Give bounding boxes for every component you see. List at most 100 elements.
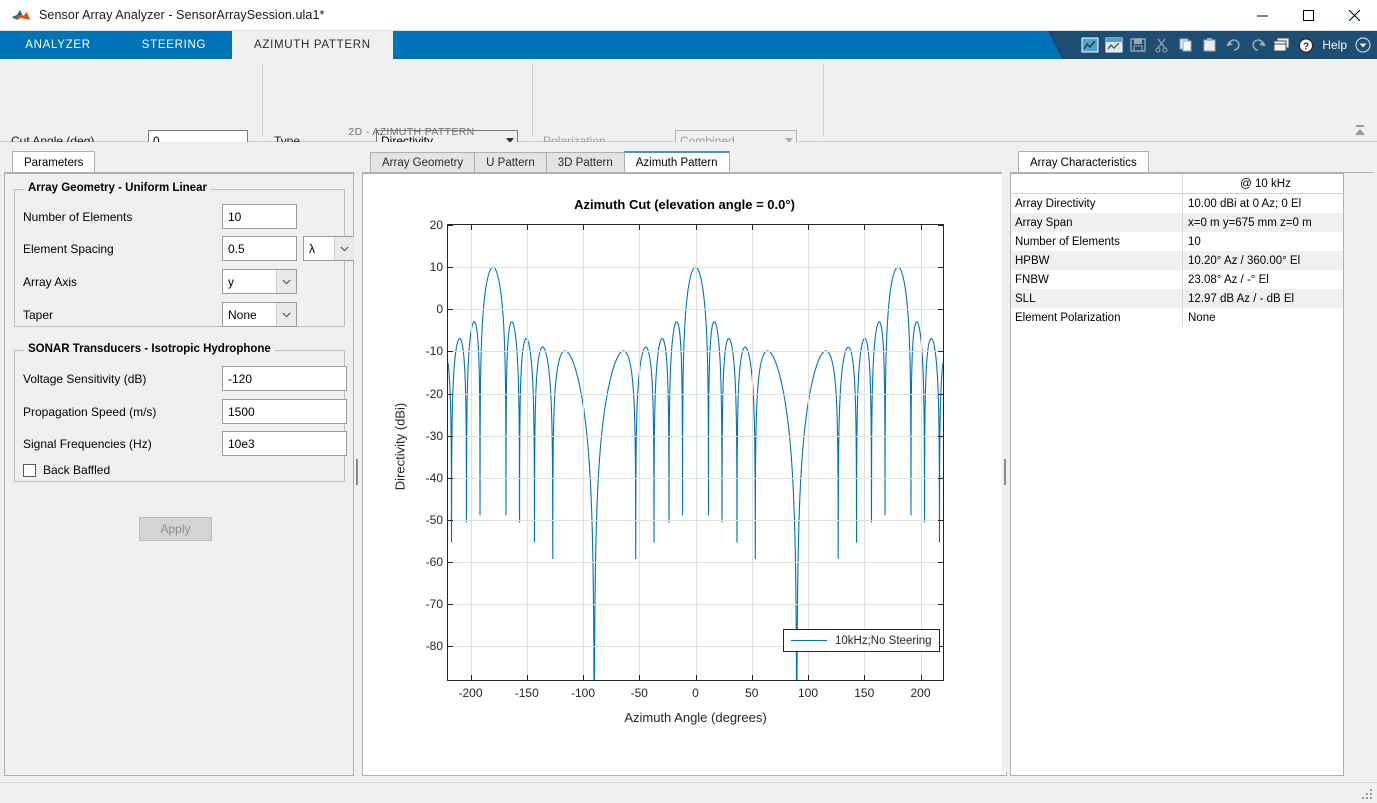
x-tick-mark — [696, 225, 697, 230]
y-tick-mark — [938, 562, 943, 563]
center-panel-tabstrip: Array Geometry U Pattern 3D Pattern Azim… — [362, 151, 1007, 173]
ribbon-tab-azimuth-pattern[interactable]: AZIMUTH PATTERN — [232, 31, 393, 59]
x-tick-label: 200 — [891, 686, 951, 700]
help-circle-icon[interactable]: ? — [1296, 35, 1315, 55]
table-row: HPBW10.20° Az / 360.00° El — [1011, 251, 1343, 270]
collapse-ribbon-icon[interactable] — [1349, 121, 1371, 139]
x-tick-label: -200 — [441, 686, 501, 700]
x-tick-mark — [696, 675, 697, 680]
grid-line-vertical — [808, 225, 809, 680]
center-panel: Array Geometry U Pattern 3D Pattern Azim… — [362, 151, 1007, 776]
y-tick-mark — [938, 225, 943, 226]
x-tick-mark — [527, 675, 528, 680]
y-tick-mark — [448, 351, 453, 352]
table-row: FNBW23.08° Az / -° El — [1011, 270, 1343, 289]
left-splitter[interactable] — [354, 172, 360, 772]
tab-azimuth-pattern[interactable]: Azimuth Pattern — [624, 151, 730, 173]
sonar-transducers-group: SONAR Transducers - Isotropic Hydrophone… — [14, 350, 345, 482]
element-spacing-unit-combo[interactable]: λ — [303, 236, 355, 261]
chart-legend[interactable]: 10kHz;No Steering — [783, 629, 940, 652]
back-baffled-checkbox[interactable]: Back Baffled — [23, 463, 110, 477]
propagation-speed-input[interactable]: 1500 — [222, 399, 347, 424]
x-tick-mark — [639, 225, 640, 230]
checkbox-box-icon — [23, 464, 36, 477]
close-button[interactable] — [1331, 0, 1377, 31]
table-header-row: @ 10 kHz — [1011, 174, 1343, 194]
tab-array-characteristics[interactable]: Array Characteristics — [1018, 151, 1149, 173]
chevron-down-circle-icon[interactable] — [1353, 35, 1372, 55]
ribbon-tab-steering[interactable]: STEERING — [116, 31, 232, 59]
left-panel: Parameters Array Geometry - Uniform Line… — [4, 151, 354, 776]
x-tick-label: 100 — [778, 686, 838, 700]
open-session-icon[interactable] — [1104, 35, 1123, 55]
propagation-speed-label: Propagation Speed (m/s) — [23, 405, 156, 419]
y-tick-mark — [448, 478, 453, 479]
parameters-content: Array Geometry - Uniform Linear Number o… — [4, 173, 354, 776]
tab-3d-pattern[interactable]: 3D Pattern — [546, 152, 625, 173]
y-tick-label: -40 — [403, 471, 443, 485]
new-session-icon[interactable] — [1080, 35, 1099, 55]
taper-combo[interactable]: None — [222, 302, 297, 327]
y-tick-mark — [938, 436, 943, 437]
y-tick-label: -60 — [403, 555, 443, 569]
table-row: Array Directivity10.00 dBi at 0 Az; 0 El — [1011, 194, 1343, 213]
right-splitter[interactable] — [1002, 172, 1008, 772]
x-tick-mark — [471, 225, 472, 230]
table-cell-value: 23.08° Az / -° El — [1183, 270, 1343, 289]
maximize-button[interactable] — [1285, 0, 1331, 31]
x-tick-label: -100 — [553, 686, 613, 700]
legend-label: 10kHz;No Steering — [835, 635, 932, 647]
tab-array-geometry[interactable]: Array Geometry — [370, 152, 475, 173]
ribbon-tab-strip: ANALYZER STEERING AZIMUTH PATTERN — [0, 31, 1377, 59]
signal-frequencies-input[interactable]: 10e3 — [222, 431, 347, 456]
voltage-sensitivity-label: Voltage Sensitivity (dB) — [23, 372, 146, 386]
x-tick-label: 50 — [722, 686, 782, 700]
x-tick-mark — [752, 225, 753, 230]
tab-u-pattern[interactable]: U Pattern — [474, 152, 547, 173]
table-cell-name: FNBW — [1011, 270, 1183, 289]
legend-line-icon — [791, 640, 827, 641]
y-tick-mark — [448, 646, 453, 647]
table-cell-value: None — [1183, 308, 1343, 327]
element-spacing-input[interactable]: 0.5 — [222, 236, 297, 261]
y-tick-label: -50 — [403, 513, 443, 527]
y-tick-label: -30 — [403, 429, 443, 443]
x-tick-mark — [583, 675, 584, 680]
splitter-grip-icon — [1004, 459, 1006, 485]
element-spacing-unit-value: λ — [309, 242, 315, 256]
signal-frequencies-label: Signal Frequencies (Hz) — [23, 437, 152, 451]
y-tick-mark — [938, 309, 943, 310]
y-tick-mark — [938, 394, 943, 395]
plot-axes: 20100-10-20-30-40-50-60-70-80-200-150-10… — [447, 224, 944, 681]
y-tick-label: -10 — [403, 344, 443, 358]
y-tick-label: -80 — [403, 639, 443, 653]
grid-line-vertical — [864, 225, 865, 680]
number-of-elements-input[interactable]: 10 — [222, 204, 297, 229]
status-bar — [0, 782, 1377, 803]
ribbon-tab-analyzer[interactable]: ANALYZER — [0, 31, 116, 59]
taper-label: Taper — [23, 308, 53, 322]
table-row: Element PolarizationNone — [1011, 308, 1343, 327]
array-geometry-group-title: Array Geometry - Uniform Linear — [24, 182, 211, 194]
voltage-sensitivity-input[interactable]: -120 — [222, 366, 347, 391]
resize-grip-icon[interactable] — [1362, 789, 1374, 801]
x-tick-mark — [921, 675, 922, 680]
tab-parameters[interactable]: Parameters — [12, 151, 95, 173]
y-tick-mark — [938, 478, 943, 479]
array-geometry-group: Array Geometry - Uniform Linear Number o… — [14, 189, 345, 327]
table-cell-name: SLL — [1011, 289, 1183, 308]
taper-value: None — [228, 308, 257, 322]
y-tick-mark — [448, 309, 453, 310]
array-axis-combo[interactable]: y — [222, 269, 297, 294]
apply-button: Apply — [139, 517, 212, 541]
help-label[interactable]: Help — [1322, 38, 1347, 52]
azimuth-pattern-chart: Azimuth Cut (elevation angle = 0.0°) 201… — [362, 173, 1007, 776]
minimize-button[interactable] — [1239, 0, 1285, 31]
grid-line-vertical — [639, 225, 640, 680]
table-cell-value: 10.00 dBi at 0 Az; 0 El — [1183, 194, 1343, 213]
element-spacing-label: Element Spacing — [23, 242, 114, 256]
layout-icon[interactable] — [1272, 35, 1291, 55]
y-tick-mark — [938, 520, 943, 521]
y-tick-label: -70 — [403, 597, 443, 611]
y-tick-mark — [448, 604, 453, 605]
